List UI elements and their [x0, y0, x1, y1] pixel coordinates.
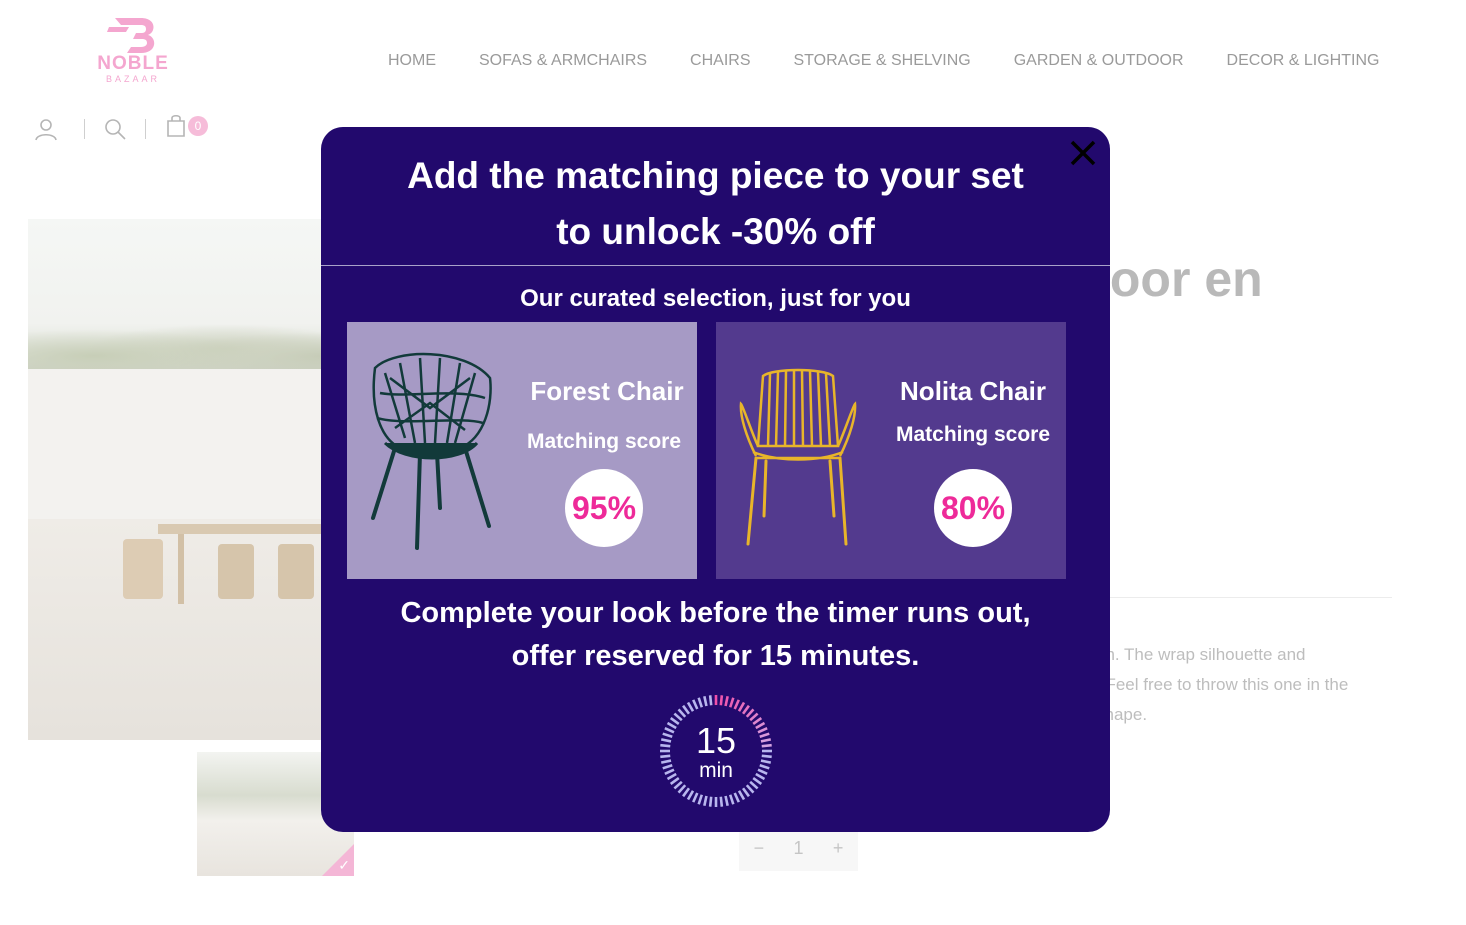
search-icon[interactable]: [103, 117, 127, 141]
matching-score-label: Matching score: [526, 430, 682, 453]
timer-tick: [677, 708, 687, 718]
divider: [321, 265, 1110, 266]
quantity-value[interactable]: 1: [793, 838, 803, 859]
timer-tick: [733, 699, 740, 710]
nav-item-decor-lighting[interactable]: DECOR & LIGHTING: [1227, 52, 1380, 70]
timer-tick: [719, 695, 724, 706]
timer-tick: [728, 794, 735, 805]
product-name: Forest Chair: [530, 376, 684, 406]
timer-tick: [708, 796, 713, 807]
brand-subname: BAZAAR: [105, 74, 160, 84]
timer-tick: [673, 712, 683, 722]
upsell-modal: Add the matching piece to your set to un…: [321, 127, 1110, 832]
description-line: shape.: [1096, 705, 1148, 724]
description-line: on. The wrap silhouette and: [1096, 645, 1306, 664]
timer-tick: [703, 795, 708, 807]
timer-tick: [697, 697, 704, 708]
quantity-increase-button[interactable]: +: [833, 838, 844, 859]
brand-logo[interactable]: NOBLE BAZAAR: [88, 16, 178, 98]
nolita-chair-image: [739, 368, 857, 546]
timer-unit: min: [699, 759, 733, 782]
brand-name: NOBLE: [97, 53, 169, 74]
cta-line: offer reserved for 15 minutes.: [511, 640, 920, 672]
nav-item-garden-outdoor[interactable]: GARDEN & OUTDOOR: [1014, 52, 1184, 70]
nav-item-home[interactable]: HOME: [388, 52, 436, 70]
timer-tick: [686, 790, 695, 801]
timer-tick: [741, 787, 750, 798]
timer-tick: [703, 695, 708, 707]
modal-title: Add the matching piece to your set to un…: [321, 148, 1110, 260]
timer-tick: [692, 792, 699, 803]
product-description: on. The wrap silhouette and . Feel free …: [1096, 640, 1396, 730]
description-line: . Feel free to throw this one in the: [1096, 675, 1349, 694]
timer-tick: [719, 796, 724, 807]
check-icon: ✓: [338, 857, 350, 873]
product-title: loor en: [1096, 251, 1263, 307]
timer-tick: [741, 704, 750, 715]
timer-tick: [677, 784, 687, 794]
product-page: NOBLE BAZAAR HOME SOFAS & ARMCHAIRS CHAI…: [0, 0, 1466, 925]
product-image[interactable]: [28, 219, 358, 740]
cart-button[interactable]: 0: [164, 114, 208, 143]
matching-score-value: 95%: [565, 469, 643, 547]
timer-tick: [682, 704, 691, 715]
nav-item-sofas-armchairs[interactable]: SOFAS & ARMCHAIRS: [479, 52, 647, 70]
matching-score-label: Matching score: [895, 423, 1051, 446]
modal-subtitle: Our curated selection, just for you: [520, 285, 911, 312]
divider: [145, 118, 146, 139]
timer-value: 15: [695, 720, 737, 761]
modal-title-line: Add the matching piece to your set: [407, 155, 1024, 196]
divider: [1096, 597, 1392, 598]
cart-icon: [167, 114, 185, 137]
timer-tick: [749, 712, 759, 722]
cart-count-badge: 0: [188, 116, 208, 136]
divider: [84, 118, 85, 139]
modal-cta-text: Complete your look before the timer runs…: [321, 592, 1110, 678]
user-icon[interactable]: [34, 117, 58, 141]
matching-score-value: 80%: [934, 469, 1012, 547]
logo-mark-icon: [107, 18, 155, 53]
timer-tick: [745, 784, 755, 794]
countdown-timer: 15 min: [658, 693, 774, 809]
timer-tick: [737, 701, 746, 712]
product-card-nolita-chair[interactable]: Nolita Chair Matching score 80%: [716, 322, 1066, 579]
timer-tick: [697, 794, 704, 805]
product-card-forest-chair[interactable]: Forest Chair Matching score 95%: [347, 322, 697, 579]
timer-tick: [692, 699, 699, 710]
forest-chair-image: [371, 352, 492, 550]
timer-tick: [724, 795, 729, 807]
quantity-decrease-button[interactable]: −: [754, 838, 765, 859]
product-name: Nolita Chair: [900, 376, 1046, 406]
cta-line: Complete your look before the timer runs…: [400, 597, 1031, 629]
nav-item-storage-shelving[interactable]: STORAGE & SHELVING: [794, 52, 971, 70]
quantity-stepper: − 1 +: [739, 826, 858, 871]
timer-tick: [708, 695, 713, 706]
timer-tick: [745, 708, 755, 718]
timer-tick: [682, 787, 691, 798]
main-nav: HOME SOFAS & ARMCHAIRS CHAIRS STORAGE & …: [388, 52, 1379, 70]
timer-tick: [733, 792, 740, 803]
modal-title-line: to unlock -30% off: [556, 211, 875, 252]
timer-tick: [686, 701, 695, 712]
timer-tick: [728, 697, 735, 708]
nav-item-chairs[interactable]: CHAIRS: [690, 52, 750, 70]
utility-bar: 0: [34, 114, 208, 143]
timer-tick: [724, 695, 729, 707]
timer-tick: [737, 790, 746, 801]
